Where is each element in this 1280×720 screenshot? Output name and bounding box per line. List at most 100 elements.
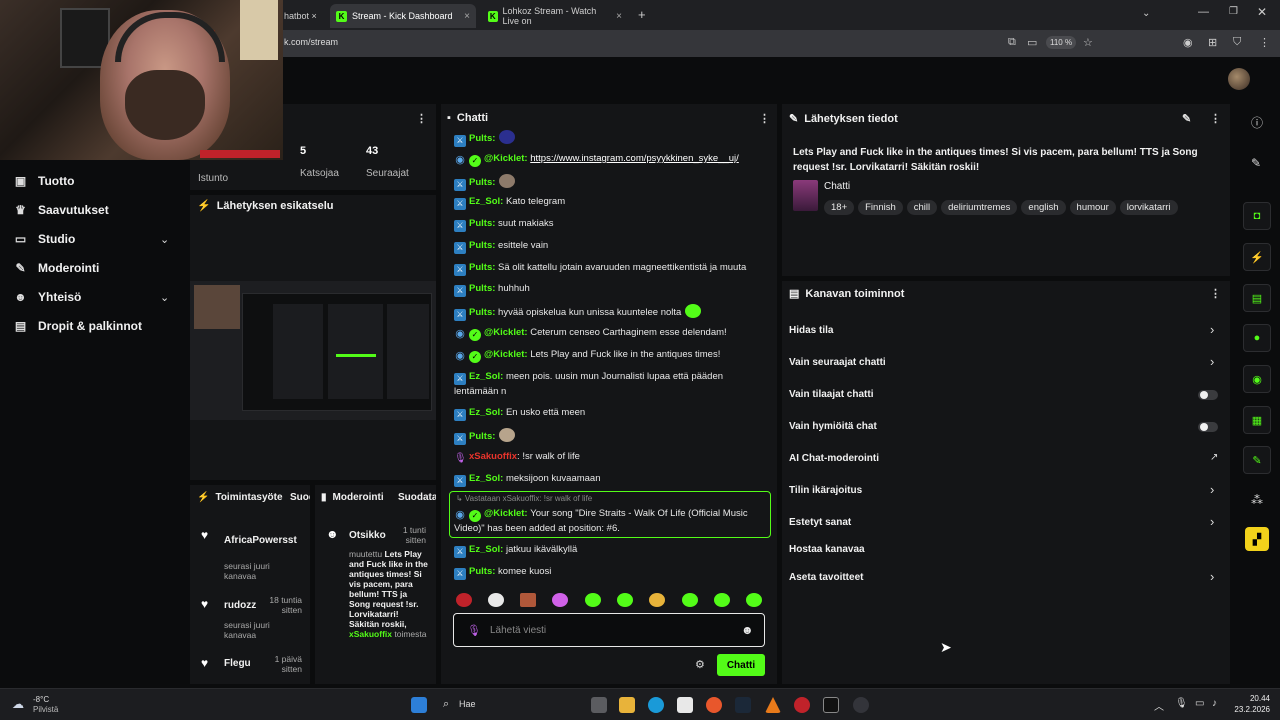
browser-tab-watch[interactable]: K Lohkoz Stream - Watch Live on × bbox=[482, 4, 628, 28]
moderation-filter-label[interactable]: Suodata bbox=[398, 492, 436, 503]
terminal-icon[interactable] bbox=[823, 697, 839, 713]
chevron-right-icon[interactable]: › bbox=[1210, 354, 1214, 369]
sidebar-item-moderation[interactable]: ✎ Moderointi bbox=[14, 261, 99, 275]
zoom-indicator[interactable]: 110 % bbox=[1046, 36, 1077, 49]
send-chat-button[interactable]: Chatti bbox=[717, 654, 765, 676]
store-icon[interactable] bbox=[677, 697, 693, 713]
emote-quick-icon[interactable] bbox=[552, 593, 568, 607]
sidebar-item-studio[interactable]: ▭ Studio bbox=[14, 232, 76, 246]
mic-icon[interactable]: 🎙 bbox=[467, 624, 481, 637]
action-slow-mode[interactable]: Hidas tila bbox=[789, 325, 833, 336]
stream-info-menu-icon[interactable]: ⋮ bbox=[1210, 112, 1221, 125]
info-icon[interactable]: ⓘ bbox=[1251, 114, 1263, 131]
tray-mic-icon[interactable]: 🎙 bbox=[1175, 698, 1188, 709]
stream-preview[interactable] bbox=[190, 281, 436, 420]
external-link-icon[interactable]: ↗ bbox=[1210, 452, 1218, 463]
tray-display-icon[interactable]: ▭ bbox=[1195, 698, 1204, 709]
chevron-down-icon[interactable]: ⌄ bbox=[160, 233, 169, 246]
tag-chip[interactable]: deliriumtremes bbox=[941, 200, 1018, 215]
emote-quick-icon[interactable] bbox=[456, 593, 472, 607]
emote-quick-icon[interactable] bbox=[649, 593, 665, 607]
chevron-right-icon[interactable]: › bbox=[1210, 569, 1214, 584]
integrations-icon[interactable]: ⁂ bbox=[1251, 493, 1263, 507]
emote-quick-icon[interactable] bbox=[488, 593, 504, 607]
chat-menu-icon[interactable]: ⋮ bbox=[759, 112, 770, 125]
emote-quick-icon[interactable] bbox=[520, 593, 536, 607]
firefox-icon[interactable] bbox=[706, 697, 722, 713]
bookmark-star-icon[interactable]: ☆ bbox=[1083, 36, 1093, 49]
rail-notes-button[interactable]: ▤ bbox=[1243, 284, 1271, 312]
category-name[interactable]: Chatti bbox=[824, 181, 850, 192]
shield-icon[interactable]: ⛉ bbox=[1233, 36, 1241, 49]
action-banned-words[interactable]: Estetyt sanat bbox=[789, 517, 851, 528]
tag-chip[interactable]: humour bbox=[1069, 200, 1116, 215]
rail-stream-button[interactable]: ◘ bbox=[1243, 202, 1271, 230]
emote-quick-icon[interactable] bbox=[746, 593, 762, 607]
stats-menu-icon[interactable]: ⋮ bbox=[416, 112, 427, 125]
activity-user[interactable]: Flegu bbox=[224, 658, 251, 669]
clock-date[interactable]: 23.2.2026 bbox=[1225, 705, 1270, 714]
tag-chip[interactable]: 18+ bbox=[824, 200, 855, 215]
action-host-channel[interactable]: Hostaa kanavaa bbox=[789, 544, 865, 555]
rail-alerts-button[interactable]: ⚡ bbox=[1243, 243, 1271, 271]
chat-settings-gear-icon[interactable]: ⚙ bbox=[695, 658, 705, 671]
restore-icon[interactable]: ❐ bbox=[1229, 6, 1238, 17]
emote-quick-icon[interactable] bbox=[682, 593, 698, 607]
clock-time[interactable]: 20.44 bbox=[1232, 694, 1270, 703]
emote-quick-icon[interactable] bbox=[585, 593, 601, 607]
chevron-right-icon[interactable]: › bbox=[1210, 322, 1214, 337]
taskbar-search-label[interactable]: Hae bbox=[459, 699, 476, 709]
close-tab-icon[interactable]: × bbox=[464, 11, 470, 22]
sidebar-item-drops[interactable]: ▤ Dropit & palkinnot bbox=[14, 319, 142, 333]
tag-chip[interactable]: english bbox=[1021, 200, 1066, 215]
activity-filter-label[interactable]: Suod bbox=[290, 492, 310, 503]
action-set-goals[interactable]: Aseta tavoitteet bbox=[789, 572, 863, 583]
chevron-right-icon[interactable]: › bbox=[1210, 514, 1214, 529]
emoji-picker-icon[interactable]: ☻ bbox=[741, 623, 754, 637]
search-icon[interactable]: ⌕ bbox=[443, 698, 449, 711]
subscribers-only-toggle[interactable] bbox=[1198, 390, 1218, 400]
tag-chip[interactable]: Finnish bbox=[858, 200, 903, 215]
weather-temp[interactable]: -8°C bbox=[33, 695, 49, 704]
browser-tab-dashboard[interactable]: K Stream - Kick Dashboard × bbox=[330, 4, 476, 28]
edit-pencil-icon[interactable]: ✎ bbox=[1182, 112, 1191, 125]
minimize-icon[interactable]: — bbox=[1198, 6, 1209, 18]
edge-icon[interactable] bbox=[648, 697, 664, 713]
chat-input[interactable]: 🎙 Lähetä viesti ☻ bbox=[453, 613, 765, 647]
close-tab-icon[interactable]: × bbox=[616, 11, 622, 22]
windows-start-icon[interactable] bbox=[411, 697, 427, 713]
tag-chip[interactable]: lorvikatarri bbox=[1119, 200, 1178, 215]
profile-icon[interactable]: ◉ bbox=[1183, 36, 1193, 49]
activity-user[interactable]: AfricaPowersst bbox=[224, 535, 302, 546]
pencil-icon[interactable]: ✎ bbox=[1251, 156, 1261, 170]
opera-icon[interactable] bbox=[794, 697, 810, 713]
extensions-icon[interactable]: ⊞ bbox=[1208, 36, 1217, 49]
emote-quick-icon[interactable] bbox=[617, 593, 633, 607]
rail-moderation-button[interactable]: ✎ bbox=[1243, 446, 1271, 474]
vlc-icon[interactable] bbox=[765, 697, 781, 713]
action-account-age[interactable]: Tilin ikärajoitus bbox=[789, 485, 862, 496]
browser-menu-icon[interactable]: ⋮ bbox=[1259, 36, 1270, 49]
browser-tab-chatbot[interactable]: hatbot × bbox=[278, 4, 324, 28]
task-view-icon[interactable] bbox=[591, 697, 607, 713]
rail-broadcast-button[interactable]: ◉ bbox=[1243, 365, 1271, 393]
channel-actions-menu-icon[interactable]: ⋮ bbox=[1210, 287, 1221, 300]
tab-list-chevron-icon[interactable]: ⌄ bbox=[1142, 8, 1150, 19]
chevron-down-icon[interactable]: ⌄ bbox=[160, 291, 169, 304]
rail-chat-button[interactable]: ● bbox=[1243, 324, 1271, 352]
tray-volume-icon[interactable]: ♪ bbox=[1212, 698, 1217, 709]
chevron-right-icon[interactable]: › bbox=[1210, 482, 1214, 497]
sidebar-item-earnings[interactable]: ▣ Tuotto bbox=[14, 174, 75, 188]
new-tab-button[interactable]: + bbox=[638, 7, 646, 22]
emotes-only-toggle[interactable] bbox=[1198, 422, 1218, 432]
clapperboard-icon[interactable]: ▞ bbox=[1245, 527, 1269, 551]
sidebar-item-community[interactable]: ☻ Yhteisö bbox=[14, 290, 81, 304]
steam-icon[interactable] bbox=[735, 697, 751, 713]
tag-chip[interactable]: chill bbox=[906, 200, 938, 215]
screenshot-icon[interactable]: ⧉ bbox=[1008, 36, 1016, 49]
action-ai-moderation[interactable]: AI Chat-moderointi bbox=[789, 453, 879, 464]
close-window-icon[interactable]: ✕ bbox=[1257, 5, 1267, 19]
rail-layout-button[interactable]: ▦ bbox=[1243, 406, 1271, 434]
user-avatar[interactable] bbox=[1228, 68, 1250, 90]
action-followers-only[interactable]: Vain seuraajat chatti bbox=[789, 357, 886, 368]
